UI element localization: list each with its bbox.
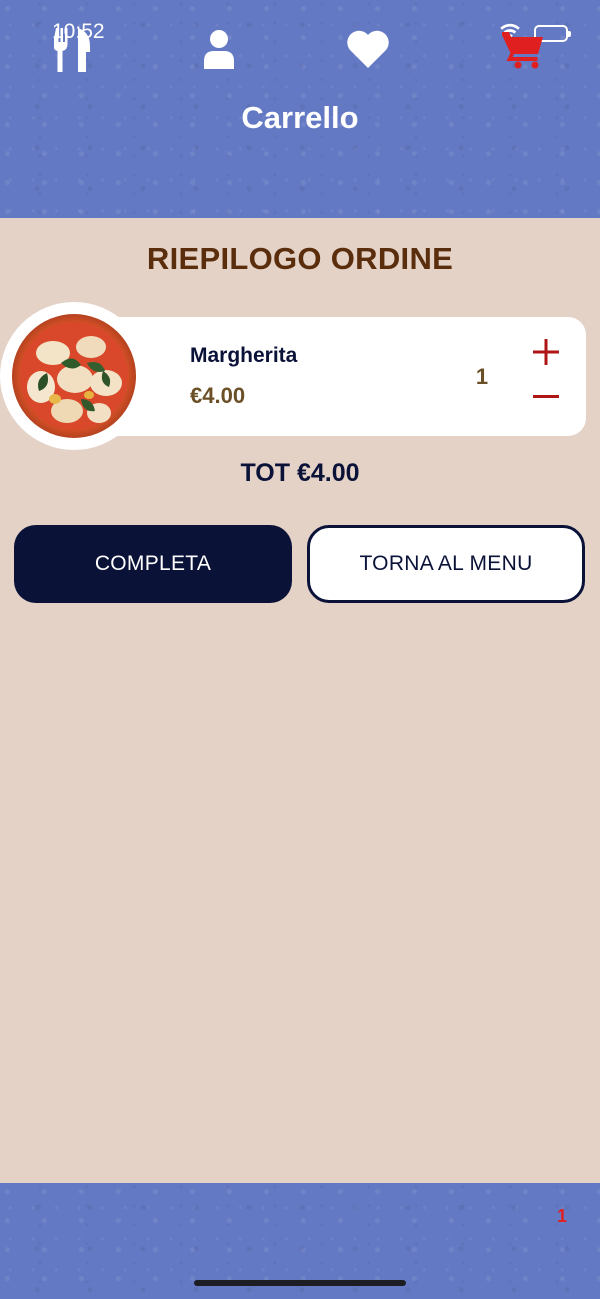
tab-cart[interactable]: [493, 26, 553, 76]
order-total: TOT €4.00: [240, 459, 360, 487]
complete-order-button[interactable]: COMPLETA: [14, 525, 292, 603]
cart-badge: 1: [557, 1206, 568, 1226]
minus-icon: [532, 381, 560, 414]
item-quantity: 1: [475, 364, 489, 389]
person-icon: [202, 29, 236, 74]
fork-knife-icon: [53, 26, 94, 77]
item-price: €4.00: [190, 383, 246, 408]
increase-quantity-button[interactable]: [528, 337, 564, 371]
cart-icon: [501, 29, 545, 74]
order-summary-title: RIEPILOGO ORDINE: [146, 241, 454, 276]
item-name: Margherita: [190, 344, 298, 367]
decrease-quantity-button[interactable]: [528, 380, 564, 414]
home-indicator: [194, 1280, 406, 1286]
heart-icon: [345, 29, 391, 74]
tab-profile[interactable]: [189, 26, 249, 76]
page-title: Carrello: [241, 100, 359, 135]
tab-menu[interactable]: [44, 26, 104, 76]
tab-favorites[interactable]: [338, 26, 398, 76]
plus-icon: [532, 338, 560, 371]
back-to-menu-button[interactable]: TORNA AL MENU: [307, 525, 585, 603]
pizza-image: [0, 302, 148, 450]
